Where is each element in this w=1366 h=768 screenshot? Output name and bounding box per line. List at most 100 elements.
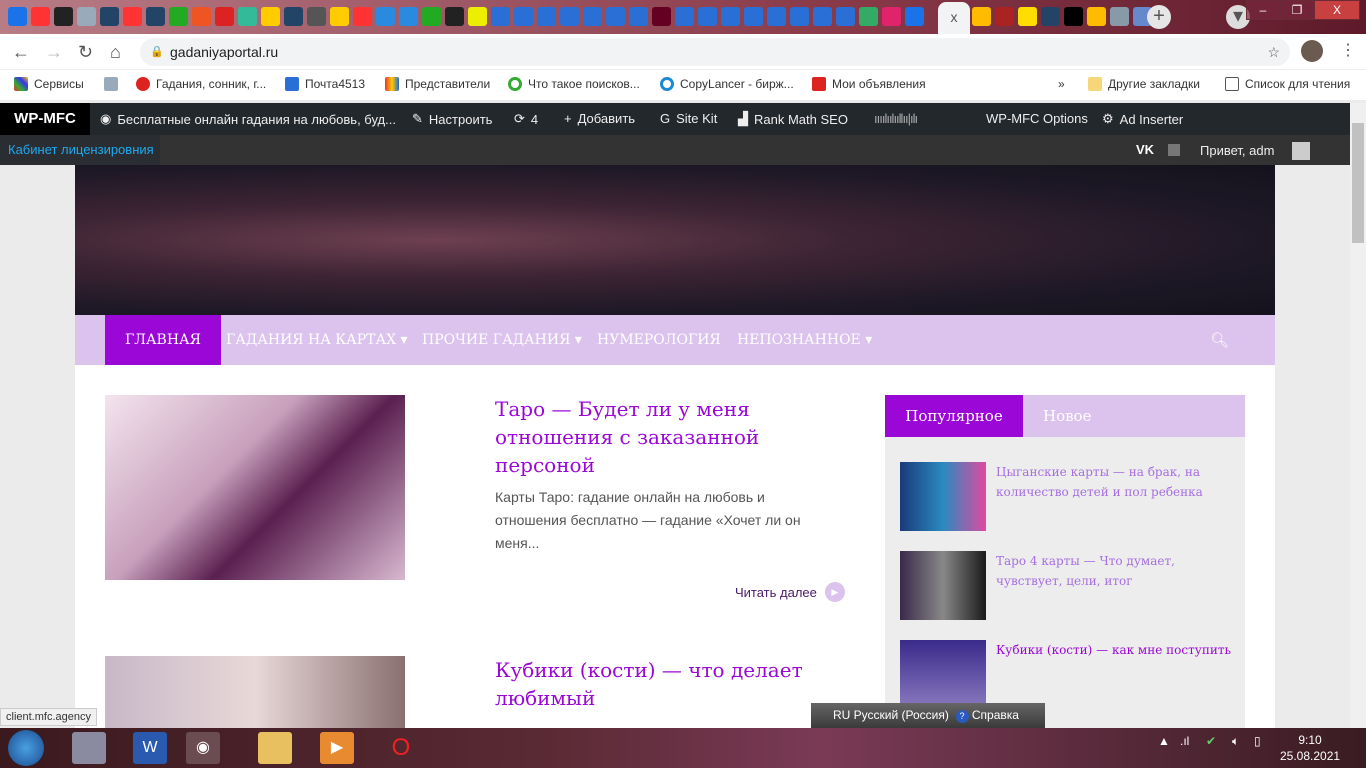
bookmark-item[interactable]: Мои объявления [812,77,926,91]
bookmarks-overflow[interactable]: » [1058,77,1065,91]
usb-icon[interactable]: ✔ [1206,734,1216,748]
opera-icon[interactable]: O [384,732,418,764]
tab-icon[interactable] [146,7,165,26]
stats-sparkline[interactable]: ıııılıılııllıı|ılı [874,111,918,126]
tab-icon[interactable] [1041,7,1060,26]
minimize-icon[interactable]: – [1246,0,1280,20]
tab-icon[interactable] [583,7,602,26]
site-name-link[interactable]: ◉ Бесплатные онлайн гадания на любовь, бу… [100,111,396,127]
sitekit-link[interactable]: G Site Kit [660,111,717,126]
vk-icon[interactable]: VK [1136,142,1154,157]
page-scrollbar[interactable] [1350,103,1366,728]
tab-icon[interactable] [330,7,349,26]
tab-icon[interactable] [353,7,372,26]
tab-icon[interactable] [652,7,671,26]
tab-icon[interactable] [123,7,142,26]
bookmark-star-icon[interactable]: ☆ [1267,38,1280,66]
nav-other-readings[interactable]: ПРОЧИЕ ГАДАНИЯ ▾ [422,315,582,365]
nav-card-readings[interactable]: ГАДАНИЯ НА КАРТАХ ▾ [226,315,408,365]
tab-icon[interactable] [721,7,740,26]
ad-inserter-link[interactable]: ⚙ Ad Inserter [1102,111,1183,127]
tab-icon[interactable] [560,7,579,26]
bookmark-item[interactable]: Почта4513 [285,77,365,91]
address-bar[interactable]: 🔒 gadaniyaportal.ru ☆ [140,38,1290,66]
tab-icon[interactable] [537,7,556,26]
nav-unknown[interactable]: НЕПОЗНАННОЕ ▾ [737,315,872,365]
tab-icon[interactable] [77,7,96,26]
word-icon[interactable]: W [133,732,167,764]
menu-icon[interactable]: ⋮ [1340,40,1356,60]
tray-expand-icon[interactable]: ▲ [1158,734,1170,748]
forward-icon[interactable]: → [45,42,63,63]
tab-icon[interactable] [399,7,418,26]
close-tab-icon[interactable]: x [951,9,958,25]
folder-icon[interactable] [258,732,292,764]
tab-icon[interactable] [100,7,119,26]
media-player-icon[interactable]: ▶ [320,732,354,764]
tab-icon[interactable] [192,7,211,26]
tab-icon[interactable] [882,7,901,26]
tab-icon[interactable] [468,7,487,26]
tab-icon[interactable] [813,7,832,26]
tab-popular[interactable]: Популярное [885,395,1023,437]
mfc-options-link[interactable]: WP-MFC Options [986,111,1088,126]
bookmark-item[interactable]: Гадания, сонник, г... [136,77,266,91]
bookmark-item[interactable]: Что такое поисков... [508,77,640,91]
tab-icon[interactable] [972,7,991,26]
new-tab-button[interactable]: + [1147,5,1171,29]
tab-icon[interactable] [261,7,280,26]
nav-numerology[interactable]: НУМЕРОЛОГИЯ [597,315,721,365]
tab-icon[interactable] [675,7,694,26]
scrollbar-thumb[interactable] [1352,123,1364,243]
tab-icon[interactable] [307,7,326,26]
tab-icon[interactable] [629,7,648,26]
post-thumbnail[interactable] [105,395,405,580]
tab-icon[interactable] [836,7,855,26]
popular-thumbnail[interactable] [900,640,986,709]
tab-icon[interactable] [698,7,717,26]
tab-icon[interactable] [31,7,50,26]
clock[interactable]: 9:10 25.08.2021 [1280,732,1340,764]
updates-link[interactable]: ⟳ 4 [514,111,538,127]
bookmark-blank[interactable] [104,77,118,91]
tab-icon[interactable] [905,7,924,26]
active-tab[interactable]: x [938,2,970,34]
wp-logo[interactable]: WP-MFC [0,103,90,135]
licence-cabinet-link[interactable]: Кабинет лицензировния [0,135,160,165]
other-bookmarks[interactable]: Другие закладки [1088,77,1200,91]
tab-icon[interactable] [491,7,510,26]
tab-icon[interactable] [1110,7,1129,26]
add-new-link[interactable]: + Добавить [564,111,635,126]
tab-icon[interactable] [606,7,625,26]
popular-thumbnail[interactable] [900,551,986,620]
power-icon[interactable]: ▯ [1254,734,1261,748]
back-icon[interactable]: ← [12,42,30,63]
bookmark-item[interactable]: CopyLancer - бирж... [660,77,794,91]
tab-icon[interactable] [790,7,809,26]
close-icon[interactable]: X [1314,0,1360,20]
chrome-icon[interactable]: ◉ [186,732,220,764]
tab-icon[interactable] [1018,7,1037,26]
read-more-link[interactable]: Читать далее ▶ [735,582,845,602]
pinned-tabs[interactable] [8,7,924,26]
explorer-app-icon[interactable] [72,732,106,764]
tab-icon[interactable] [767,7,786,26]
tab-icon[interactable] [376,7,395,26]
volume-icon[interactable]: 🔈︎ [1232,734,1239,749]
tab-icon[interactable] [238,7,257,26]
tab-icon[interactable] [445,7,464,26]
tab-icon[interactable] [1064,7,1083,26]
tab-icon[interactable] [1087,7,1106,26]
comment-icon[interactable] [1168,144,1180,156]
tab-new[interactable]: Новое [1023,395,1245,437]
search-icon[interactable]: 🔍︎ [1210,331,1229,349]
tab-icon[interactable] [514,7,533,26]
popular-thumbnail[interactable] [900,462,986,531]
tab-icon[interactable] [422,7,441,26]
profile-avatar[interactable] [1301,40,1323,62]
tab-icon[interactable] [169,7,188,26]
tab-icon[interactable] [54,7,73,26]
language-bar[interactable]: RU Русский (Россия) ? Справка [811,703,1045,728]
customize-link[interactable]: ✎ Настроить [412,111,492,127]
user-avatar[interactable] [1292,142,1310,160]
